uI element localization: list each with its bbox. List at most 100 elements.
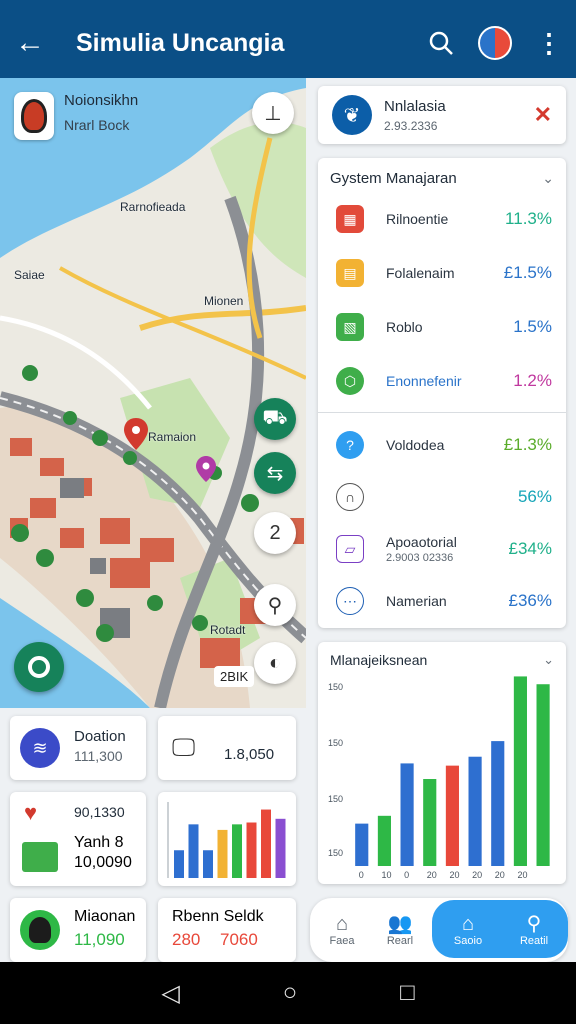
miaonan-tile[interactable]: Miaonan 11,090 xyxy=(10,898,146,962)
system-row[interactable]: ? Voldodea £1.3% xyxy=(318,418,566,472)
zoom-level-button[interactable]: 2 xyxy=(254,512,296,554)
divider xyxy=(318,412,566,413)
chart-bar xyxy=(536,684,550,866)
notification-subtitle: 2.93.2336 xyxy=(384,118,438,133)
chart-bar xyxy=(513,676,527,866)
x-tick-label: 10 xyxy=(381,870,391,880)
nav-item-search[interactable]: ⚲ Reatil xyxy=(504,898,564,962)
yanh-tile[interactable]: ♥ 90,1330 Yanh 8 10,0090 xyxy=(10,792,146,886)
my-location-button[interactable] xyxy=(14,642,64,692)
search-button[interactable] xyxy=(414,8,468,78)
home-circle-icon[interactable]: ○ xyxy=(283,979,298,1007)
y-tick-label: 150 xyxy=(328,848,343,858)
system-row-value: £1.5% xyxy=(503,263,552,282)
avatar xyxy=(478,26,512,60)
ribenn-value-a: 280 xyxy=(172,930,201,949)
system-row[interactable]: ▧ Roblo 1.5% xyxy=(318,300,566,354)
monitor-icon: 🖵 xyxy=(172,734,196,761)
monitor-tile[interactable]: 🖵 1.8,050 xyxy=(158,716,296,780)
mini-chart-bar xyxy=(261,809,271,878)
system-card-title: Gystem Manajaran xyxy=(330,169,457,187)
close-icon: ✕ xyxy=(533,102,552,127)
layers-button[interactable]: ⊥ xyxy=(252,92,294,134)
donation-value: 111,300 xyxy=(74,748,123,764)
system-row-label: Namerian xyxy=(386,593,447,609)
pin-icon: ⚲ xyxy=(267,594,283,617)
system-row[interactable]: ⋯ Namerian £36% xyxy=(318,574,566,628)
place-title: Noionsikhn xyxy=(64,92,139,109)
chart-bar xyxy=(445,765,459,866)
chart-bar xyxy=(377,815,391,866)
house-icon: ⌂ xyxy=(461,913,475,935)
yanh-value-2: 10,0090 xyxy=(74,854,132,871)
donation-tile[interactable]: ≋ Doation 111,300 xyxy=(10,716,146,780)
box-icon: ▱ xyxy=(336,535,364,563)
mini-chart-tile[interactable] xyxy=(158,792,296,886)
x-tick-label: 0 xyxy=(359,870,364,880)
more-menu-button[interactable]: ⋮ xyxy=(522,8,576,78)
x-tick-label: 0 xyxy=(404,870,409,880)
wifi-icon: ≋ xyxy=(20,728,60,768)
bottom-navigation: ⌂ Faea 👥 Rearl ⌂ Saoio ⚲ Reatil xyxy=(310,898,568,962)
back-triangle-icon[interactable]: ◁ xyxy=(161,979,179,1008)
notification-icon: ❦ xyxy=(332,95,372,135)
layers-icon: ⊥ xyxy=(264,102,282,125)
location-pin-button[interactable]: ⚲ xyxy=(254,584,296,626)
place-header: Noionsikhn Nrarl Bock xyxy=(14,92,138,140)
recents-square-icon[interactable]: □ xyxy=(400,979,415,1007)
mini-bar-chart xyxy=(167,802,286,878)
chart-bar xyxy=(491,741,505,866)
system-row[interactable]: ⬡ Enonnefenir 1.2% xyxy=(318,354,566,408)
map-view[interactable]: Noionsikhn Nrarl Bock Rarnofieada Mionen… xyxy=(0,78,306,708)
system-row[interactable]: ▤ Folalenaim £1.5% xyxy=(318,246,566,300)
system-row-value: £36% xyxy=(508,591,552,610)
y-tick-label: 150 xyxy=(328,682,343,692)
search-icon: ⚲ xyxy=(526,913,542,935)
compass-button[interactable]: ◐ xyxy=(254,642,296,684)
system-row[interactable]: ▦ Rilnoentie 11.3% xyxy=(318,192,566,246)
car-icon: ⛟ xyxy=(262,406,288,429)
nav-item-home[interactable]: ⌂ Faea xyxy=(316,898,368,962)
map-label: Saiae xyxy=(14,268,45,282)
system-row-label: Voldodea xyxy=(386,437,445,453)
x-tick-label: 20 xyxy=(495,870,505,880)
system-row-value: 1.5% xyxy=(513,317,552,336)
system-row-value: 1.2% xyxy=(513,371,552,390)
zoom-level-label: 2 xyxy=(269,521,281,544)
chart-bar xyxy=(400,763,414,866)
system-row[interactable]: ▱ Apoaotorial 2.9003 02336 £34% xyxy=(318,522,566,576)
ribenn-tile[interactable]: Rbenn Seldk 280 7060 xyxy=(158,898,296,962)
analytics-chart-card: Mlanajeiksnean ⌄ 150 150 150 150 0 10 0 20 20 20 2… xyxy=(318,642,566,884)
page-title: Simulia Uncangia xyxy=(76,28,285,57)
close-button[interactable]: ✕ xyxy=(534,102,552,128)
nav-item-saved[interactable]: ⌂ Saoio xyxy=(436,898,500,962)
directions-button[interactable]: ⇆ xyxy=(254,452,296,494)
map-label: Rarnofieada xyxy=(120,200,186,214)
nav-label: Reatil xyxy=(519,935,549,947)
map-label: Rotadt xyxy=(210,623,246,637)
map-scale-label: 2BIK xyxy=(214,666,255,687)
navigate-button[interactable]: ⛟ xyxy=(254,398,296,440)
mini-chart-bar xyxy=(246,822,257,878)
x-tick-label: 20 xyxy=(427,870,437,880)
mini-chart-bar xyxy=(174,850,184,878)
folder-icon: ▤ xyxy=(336,259,364,287)
y-tick-label: 150 xyxy=(328,738,343,748)
more-vert-icon: ⋮ xyxy=(536,27,562,58)
monitor-value: 1.8,050 xyxy=(224,746,275,763)
chevron-down-icon[interactable]: ⌄ xyxy=(542,170,554,187)
system-row[interactable]: ∩ 56% xyxy=(318,470,566,524)
notification-card[interactable]: ❦ Nnlalasia 2.93.2336 ✕ xyxy=(318,86,566,144)
account-button[interactable] xyxy=(468,8,522,78)
mini-chart-bar xyxy=(188,824,199,878)
back-button[interactable]: ← xyxy=(0,8,60,78)
route-icon: ⇆ xyxy=(266,462,284,485)
system-row-label: Folalenaim xyxy=(386,265,455,281)
nav-item-groups[interactable]: 👥 Rearl xyxy=(372,898,428,962)
ribenn-title: Rbenn Seldk xyxy=(172,908,264,925)
mini-chart-bar xyxy=(232,824,242,878)
group-icon: 👥 xyxy=(387,913,413,935)
map-icon: ▧ xyxy=(336,313,364,341)
place-logo-icon xyxy=(14,92,54,140)
system-row-label: Roblo xyxy=(386,319,423,335)
